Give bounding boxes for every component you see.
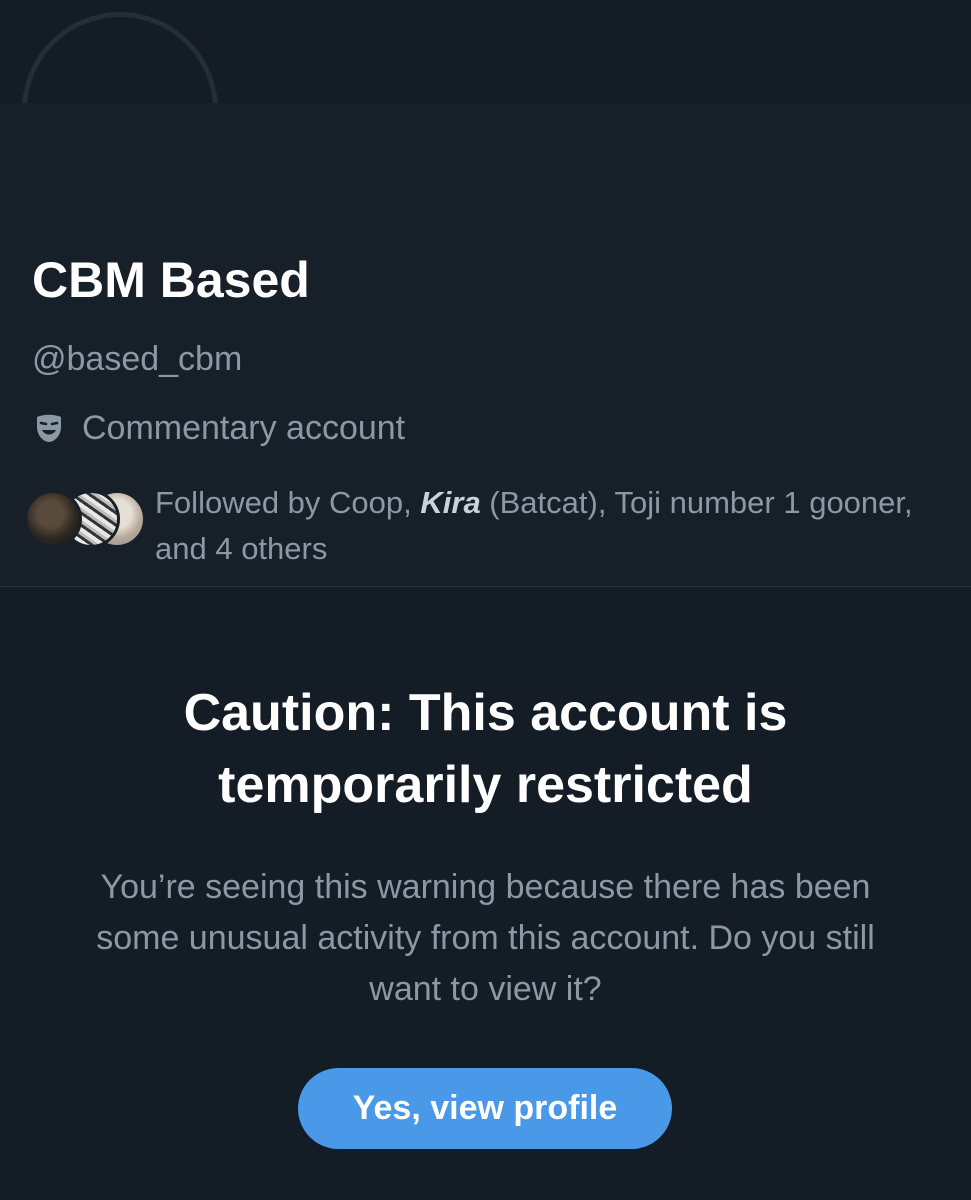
view-profile-button[interactable]: Yes, view profile — [298, 1068, 672, 1149]
followed-by-highlight: Kira — [420, 485, 481, 520]
caution-message: You’re seeing this warning because there… — [96, 868, 875, 1008]
profile-header: CBM Based @based_cbm Commentary account … — [0, 103, 971, 586]
user-handle: @based_cbm — [32, 340, 243, 378]
follower-avatar — [24, 490, 82, 548]
caution-title: Caution: This account is temporarily res… — [183, 684, 788, 814]
theater-mask-icon — [32, 411, 66, 445]
account-label-text: Commentary account — [82, 408, 406, 447]
followed-by-row[interactable]: Followed by Coop, Kira (Batcat), Toji nu… — [24, 480, 954, 570]
caution-section: Caution: This account is temporarily res… — [0, 587, 971, 1200]
account-label: Commentary account — [32, 406, 405, 450]
profile-avatar[interactable] — [22, 12, 218, 103]
followed-by-text: Followed by Coop, Kira (Batcat), Toji nu… — [155, 480, 935, 572]
profile-banner — [0, 0, 971, 103]
display-name: CBM Based — [32, 252, 310, 308]
followed-by-prefix: Followed by Coop, — [155, 485, 421, 520]
profile-page: CBM Based @based_cbm Commentary account … — [0, 0, 971, 1200]
